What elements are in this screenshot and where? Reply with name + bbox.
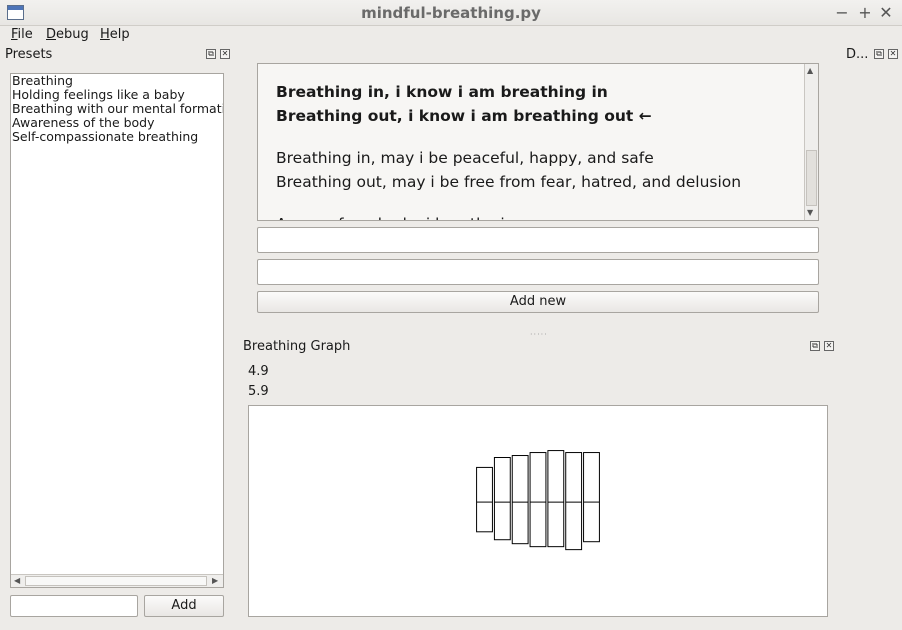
breath-bar	[511, 455, 529, 545]
phrase-gap	[276, 128, 796, 146]
phrase-in-active: Breathing in, i know i am breathing in	[276, 83, 608, 101]
breathing-phrases-view[interactable]: Breathing in, i know i am breathing in B…	[257, 63, 819, 221]
title-bar: mindful-breathing.py − + ✕	[0, 0, 902, 26]
menu-debug[interactable]: Debug	[46, 27, 89, 42]
scroll-right-icon[interactable]: ▶	[212, 576, 218, 585]
window-title: mindful-breathing.py	[361, 4, 541, 22]
splitter-handle[interactable]: ·····	[530, 330, 548, 339]
breath-bar	[565, 452, 583, 551]
preset-item[interactable]: Breathing	[11, 74, 223, 88]
phrase-line: Breathing out, may i be free from fear, …	[276, 173, 742, 191]
preset-item[interactable]: Self-compassionate breathing	[11, 130, 223, 144]
breath-bar	[529, 452, 547, 548]
close-icon[interactable]: ✕	[877, 3, 895, 22]
phrase-line: Aware of my body, i breathe in	[276, 212, 796, 220]
scroll-left-icon[interactable]: ◀	[14, 576, 20, 585]
breath-bar	[547, 450, 565, 548]
presets-dock-title: Presets	[5, 47, 53, 62]
menu-file[interactable]: File	[11, 27, 33, 42]
breath-bar	[476, 466, 493, 533]
breath-bar	[493, 457, 511, 541]
presets-horizontal-scrollbar[interactable]: ◀ ▶	[11, 574, 223, 587]
float-icon[interactable]: ⧉	[874, 49, 884, 59]
phrases-vertical-scrollbar[interactable]: ▲ ▼	[804, 64, 818, 220]
add-preset-button[interactable]: Add	[144, 595, 224, 617]
presets-list[interactable]: Breathing Holding feelings like a baby B…	[10, 73, 224, 588]
menu-debug-rest: ebug	[56, 27, 89, 42]
maximize-icon[interactable]: +	[856, 3, 874, 22]
scroll-down-icon[interactable]: ▼	[807, 208, 813, 217]
graph-dock-title: Breathing Graph	[243, 339, 351, 354]
close-icon[interactable]: ✕	[888, 49, 898, 59]
menu-help-rest: elp	[109, 27, 130, 42]
breathe-in-phrase-input[interactable]	[257, 227, 819, 253]
menu-help-accel: H	[100, 27, 110, 42]
preset-item[interactable]: Breathing with our mental formations	[11, 102, 223, 116]
menu-debug-accel: D	[46, 27, 57, 42]
phrase-out-active: Breathing out, i know i am breathing out…	[276, 107, 652, 125]
float-icon[interactable]: ⧉	[810, 341, 820, 351]
menu-help[interactable]: Help	[100, 27, 130, 42]
preset-name-input[interactable]	[10, 595, 138, 617]
float-icon[interactable]: ⧉	[206, 49, 216, 59]
close-icon[interactable]: ✕	[824, 341, 834, 351]
add-new-button[interactable]: Add new	[257, 291, 819, 313]
breath-bar	[583, 452, 600, 543]
breathing-graph-canvas	[248, 405, 828, 617]
menu-file-rest: ile	[17, 27, 33, 42]
scrollbar-thumb[interactable]	[806, 150, 817, 206]
preset-item[interactable]: Awareness of the body	[11, 116, 223, 130]
close-icon[interactable]: ✕	[220, 49, 230, 59]
phrase-line: Breathing in, may i be peaceful, happy, …	[276, 149, 654, 167]
menu-bar: File Debug Help	[0, 26, 902, 44]
breath-in-value: 4.9	[248, 364, 269, 379]
scroll-up-icon[interactable]: ▲	[807, 66, 813, 75]
graph-bars	[476, 450, 600, 551]
breathing-phrases-text: Breathing in, i know i am breathing in B…	[276, 80, 796, 220]
breathe-out-phrase-input[interactable]	[257, 259, 819, 285]
breath-out-value: 5.9	[248, 384, 269, 399]
phrase-gap	[276, 194, 796, 212]
minimize-icon[interactable]: −	[833, 3, 851, 22]
scrollbar-thumb[interactable]	[25, 576, 207, 586]
right-dock-title: D...	[846, 47, 869, 62]
preset-item[interactable]: Holding feelings like a baby	[11, 88, 223, 102]
